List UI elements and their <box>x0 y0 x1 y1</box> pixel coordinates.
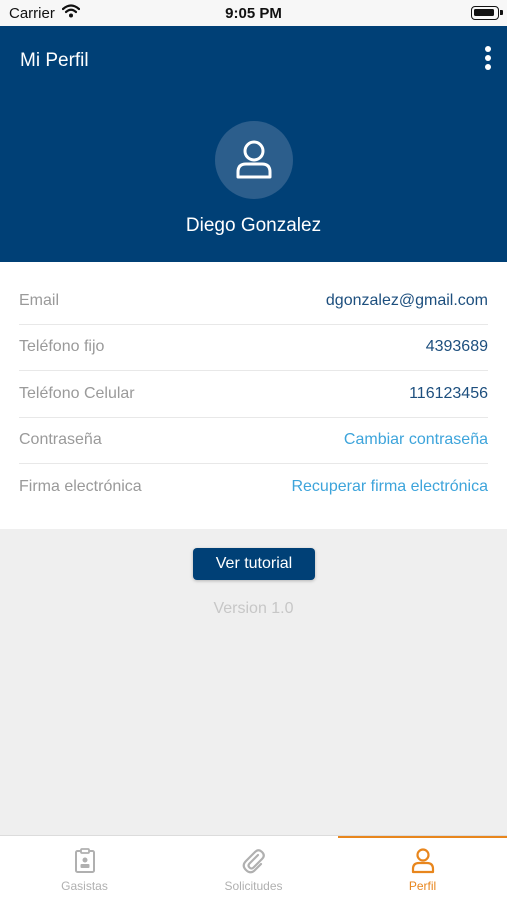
person-icon <box>236 140 272 179</box>
avatar <box>215 121 293 199</box>
version-label: Version 1.0 <box>213 600 294 617</box>
password-row: Contraseña Cambiar contraseña <box>19 418 488 464</box>
signature-label: Firma electrónica <box>19 478 142 495</box>
landline-value: 4393689 <box>425 338 488 355</box>
landline-label: Teléfono fijo <box>19 338 105 355</box>
paperclip-icon <box>169 848 338 879</box>
more-options-icon[interactable] <box>481 46 495 76</box>
profile-info-card: Email dgonzalez@gmail.com Teléfono fijo … <box>0 262 507 529</box>
tab-perfil[interactable]: Perfil <box>338 836 507 900</box>
email-label: Email <box>19 292 60 309</box>
signature-row: Firma electrónica Recuperar firma electr… <box>19 465 488 511</box>
badge-icon <box>0 848 169 879</box>
profile-header: Mi Perfil Diego Gonzalez <box>0 26 507 262</box>
mobile-value: 116123456 <box>409 385 488 402</box>
tab-perfil-label: Perfil <box>408 879 437 893</box>
recover-signature-link[interactable]: Recuperar firma electrónica <box>291 478 488 496</box>
tab-bar: Gasistas Solicitudes Perfil <box>0 835 507 900</box>
page-title: Mi Perfil <box>20 50 89 71</box>
person-icon <box>338 848 507 879</box>
tab-gasistas[interactable]: Gasistas <box>0 836 169 900</box>
tab-gasistas-label: Gasistas <box>61 879 108 893</box>
email-row: Email dgonzalez@gmail.com <box>19 279 488 325</box>
mobile-label: Teléfono Celular <box>19 385 135 402</box>
password-label: Contraseña <box>19 431 102 448</box>
change-password-link[interactable]: Cambiar contraseña <box>344 431 488 449</box>
mobile-row: Teléfono Celular 116123456 <box>19 372 488 418</box>
status-time: 9:05 PM <box>225 5 282 22</box>
view-tutorial-button[interactable]: Ver tutorial <box>193 548 315 580</box>
landline-row: Teléfono fijo 4393689 <box>19 325 488 371</box>
email-value: dgonzalez@gmail.com <box>325 292 488 309</box>
user-name: Diego Gonzalez <box>185 215 322 236</box>
tab-solicitudes[interactable]: Solicitudes <box>169 836 338 900</box>
tab-solicitudes-label: Solicitudes <box>224 879 283 893</box>
status-bar: Carrier 9:05 PM <box>0 0 507 26</box>
battery-icon <box>471 6 503 20</box>
